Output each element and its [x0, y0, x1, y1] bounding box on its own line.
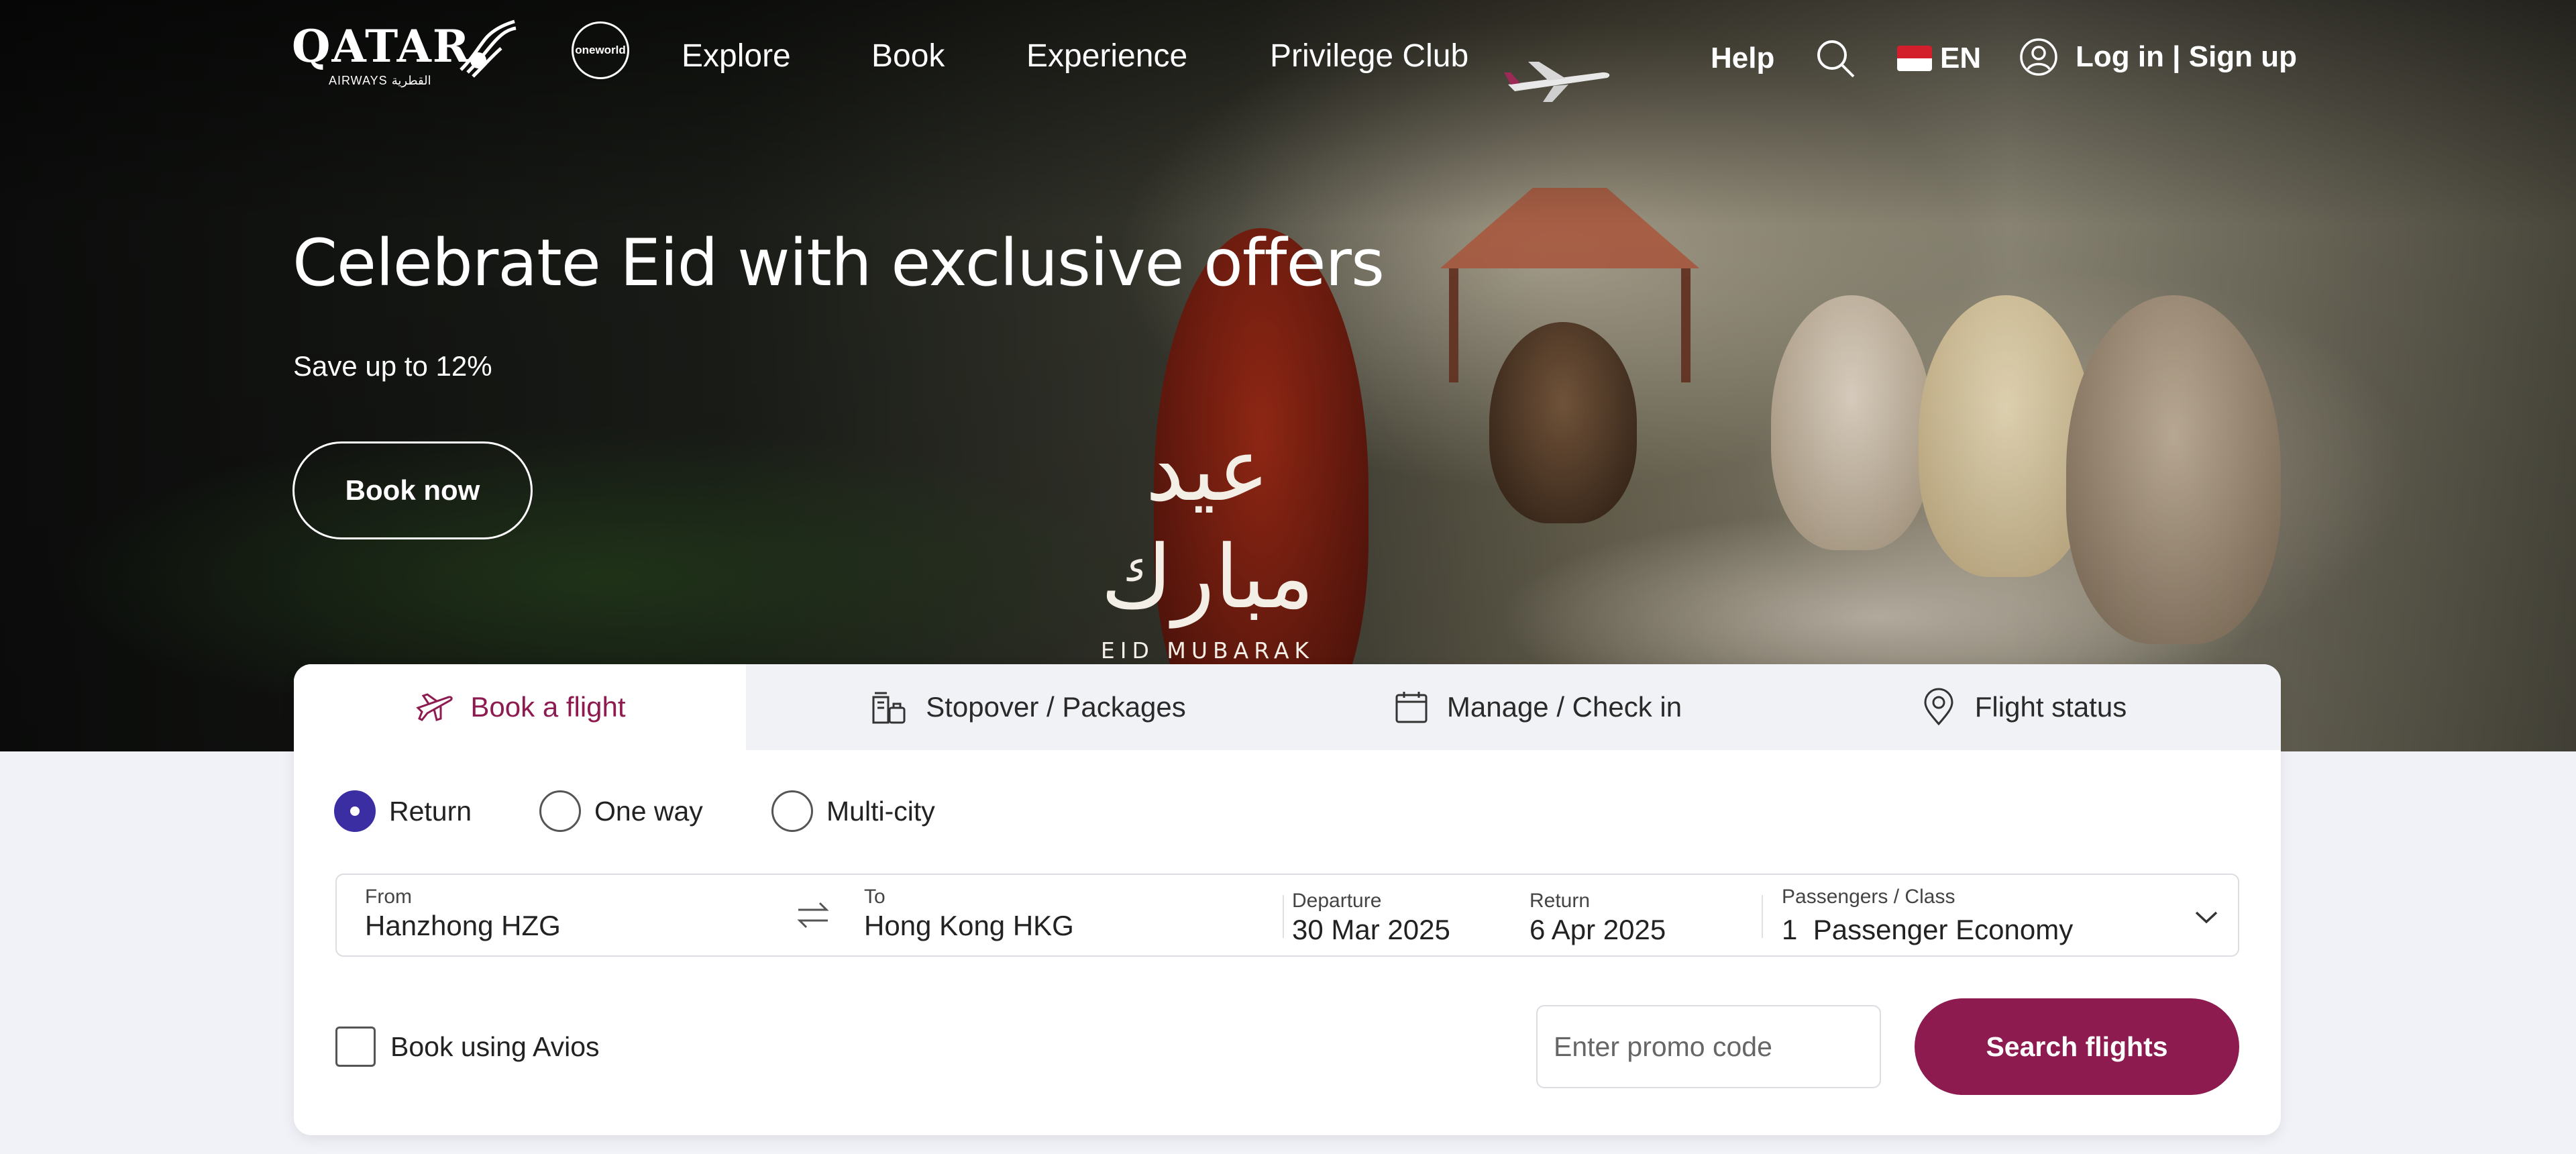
passengers-label: Passengers / Class [1782, 886, 1955, 908]
departure-label: Departure [1292, 890, 1382, 912]
eid-arabic-text: عيد مبارك [1100, 419, 1315, 628]
tab-label: Book a flight [470, 691, 626, 723]
help-link[interactable]: Help [1711, 42, 1774, 75]
nav-explore[interactable]: Explore [682, 38, 791, 75]
tab-label: Stopover / Packages [926, 691, 1186, 723]
tab-book-a-flight[interactable]: Book a flight [294, 664, 746, 750]
nav-experience[interactable]: Experience [1026, 38, 1187, 75]
oryx-icon [460, 19, 517, 78]
return-value: 6 Apr 2025 [1529, 914, 1666, 945]
trip-type-label: One way [594, 795, 703, 827]
hero-title: Celebrate Eid with exclusive offers [292, 225, 1385, 301]
calendar-icon [1395, 692, 1428, 723]
to-value: Hong Kong HKG [864, 910, 1074, 941]
divider [1762, 895, 1763, 938]
tab-flight-status[interactable]: Flight status [1766, 664, 2281, 750]
radio-selected [334, 790, 376, 832]
passengers-value: 1 Passenger Economy [1782, 914, 2074, 945]
location-pin-icon [1924, 688, 1953, 726]
chevron-down-icon[interactable] [2191, 902, 2222, 933]
search-icon[interactable] [1815, 38, 1856, 79]
booking-widget: Book a flight Stopover / Packages Manage… [294, 664, 2281, 1135]
return-date-field[interactable]: Return 6 Apr 2025 [1529, 875, 1744, 958]
tab-label: Manage / Check in [1446, 691, 1682, 723]
trip-type-one-way[interactable]: One way [539, 790, 703, 832]
divider [1283, 895, 1284, 938]
eid-english-text: EID MUBARAK [1100, 637, 1315, 664]
return-label: Return [1529, 890, 1591, 912]
airplane-graphic-icon [1504, 62, 1610, 102]
login-label: Log in | Sign up [2076, 40, 2298, 73]
search-flights-button[interactable]: Search flights [1915, 998, 2239, 1095]
plane-icon [416, 693, 453, 721]
radio-unselected [539, 790, 581, 832]
eid-mubarak-calligraphy: عيد مبارك EID MUBARAK [1073, 416, 1342, 664]
hero-subtitle: Save up to 12% [293, 350, 492, 382]
book-using-avios[interactable]: Book using Avios [335, 1027, 600, 1067]
trip-type-label: Return [389, 795, 472, 827]
nav-book[interactable]: Book [871, 38, 945, 75]
tab-manage-check-in[interactable]: Manage / Check in [1309, 664, 1766, 750]
trip-type-label: Multi-city [826, 795, 935, 827]
from-field[interactable]: From Hanzhong HZG [365, 875, 741, 958]
user-icon [2020, 38, 2057, 76]
passengers-class-field[interactable]: Passengers / Class 1 Passenger Economy [1782, 875, 2231, 958]
departure-value: 30 Mar 2025 [1292, 914, 1450, 945]
tab-stopover-packages[interactable]: Stopover / Packages [746, 664, 1309, 750]
radio-unselected [771, 790, 813, 832]
top-navigation: QATAR AIRWAYS القطرية oneworld Explore B… [0, 0, 2576, 121]
language-selector[interactable]: EN [1897, 42, 1981, 75]
book-now-button[interactable]: Book now [292, 441, 533, 539]
to-field[interactable]: To Hong Kong HKG [864, 875, 1267, 958]
oneworld-badge[interactable]: oneworld [572, 21, 629, 79]
from-label: From [365, 886, 412, 908]
promo-code-input[interactable] [1536, 1005, 1881, 1088]
flight-search-bar: From Hanzhong HZG To Hong Kong HKG Depar… [335, 874, 2239, 957]
hotel-luggage-icon [872, 692, 906, 724]
booking-tabs: Book a flight Stopover / Packages Manage… [294, 664, 2281, 750]
flag-icon [1897, 46, 1932, 71]
swap-icon[interactable] [793, 895, 833, 935]
avios-label: Book using Avios [390, 1031, 600, 1062]
logo-subtext: AIRWAYS القطرية [329, 74, 431, 87]
qatar-airways-logo[interactable]: QATAR AIRWAYS القطرية [292, 16, 520, 87]
nav-privilege-club[interactable]: Privilege Club [1270, 38, 1468, 75]
language-code: EN [1940, 42, 1982, 74]
tab-label: Flight status [1974, 691, 2127, 723]
login-signup-link[interactable]: Log in | Sign up [2019, 38, 2297, 76]
departure-date-field[interactable]: Departure 30 Mar 2025 [1292, 875, 1520, 958]
avios-checkbox[interactable] [335, 1027, 376, 1067]
trip-type-return[interactable]: Return [334, 790, 472, 832]
to-label: To [864, 886, 885, 908]
trip-type-multi-city[interactable]: Multi-city [771, 790, 935, 832]
from-value: Hanzhong HZG [365, 910, 561, 941]
logo-wordmark: QATAR [292, 20, 471, 72]
